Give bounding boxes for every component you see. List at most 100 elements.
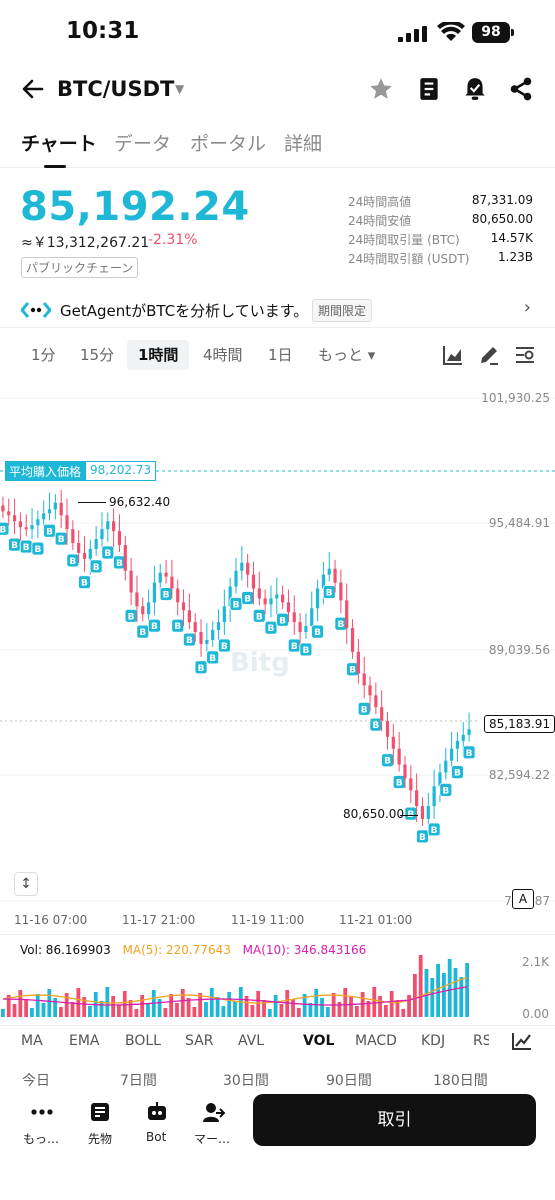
nav-more-label[interactable]: もっ… [23, 1130, 59, 1147]
buy-marker-icon[interactable]: B [416, 829, 429, 844]
interval-1d[interactable]: 1日 [257, 340, 304, 370]
buy-marker-icon[interactable]: B [451, 765, 464, 779]
buy-marker-icon[interactable]: B [264, 620, 278, 635]
indicator-ema[interactable]: EMA [69, 1033, 100, 1049]
interval-more[interactable]: もっと ▾ [307, 340, 386, 370]
buy-marker-icon[interactable]: B [346, 662, 359, 677]
buy-marker-icon[interactable]: B [0, 521, 10, 536]
buy-marker-icon[interactable]: B [113, 555, 126, 570]
buy-marker-icon[interactable]: B [252, 608, 266, 623]
indicator-settings-icon[interactable] [511, 1031, 533, 1051]
buy-marker-icon[interactable]: B [229, 597, 243, 611]
indicator-ma[interactable]: MA [21, 1033, 43, 1049]
buy-marker-icon[interactable]: B [8, 537, 21, 552]
buy-marker-icon[interactable]: B [311, 624, 324, 639]
buy-marker-icon[interactable]: B [89, 559, 103, 574]
buy-marker-icon[interactable]: B [101, 545, 115, 560]
buy-marker-icon[interactable]: B [276, 612, 290, 627]
share-icon[interactable] [508, 76, 534, 102]
buy-marker-icon[interactable]: B [171, 618, 185, 633]
current-price-tag[interactable]: 85,183.91 [484, 715, 555, 733]
buy-marker-icon[interactable]: B [66, 553, 80, 568]
indicator-kdj[interactable]: KDJ [421, 1033, 445, 1049]
buy-marker-icon[interactable]: B [43, 523, 56, 538]
interval-1m[interactable]: 1分 [20, 340, 67, 370]
candle-body [240, 562, 244, 571]
buy-marker-icon[interactable]: B [148, 618, 161, 633]
buy-marker-icon[interactable]: B [78, 575, 91, 590]
range-30d[interactable]: 30日間 [223, 1070, 269, 1090]
volume-bar [192, 1007, 197, 1017]
buy-marker-icon[interactable]: B [427, 822, 441, 837]
alert-bell-icon[interactable] [462, 76, 488, 102]
buy-marker-icon[interactable]: B [404, 806, 418, 821]
buy-marker-icon[interactable]: B [392, 775, 406, 789]
chain-badge[interactable]: パブリックチェーン [21, 257, 139, 278]
tab-portal[interactable]: ポータル [190, 129, 266, 156]
notes-icon[interactable] [416, 76, 442, 102]
buy-marker-icon[interactable]: B [124, 608, 138, 623]
buy-marker-icon[interactable]: B [357, 701, 371, 716]
pair-dropdown-icon[interactable]: ▼ [175, 82, 184, 96]
interval-15m[interactable]: 15分 [69, 340, 125, 370]
buy-marker-icon[interactable]: B [159, 587, 173, 601]
buy-marker-icon[interactable]: B [54, 531, 68, 546]
chart-type-icon[interactable] [442, 344, 464, 366]
nav-market-label[interactable]: マー… [194, 1130, 230, 1147]
indicator-sar[interactable]: SAR [185, 1033, 213, 1049]
draw-tool-icon[interactable] [478, 344, 500, 366]
agent-banner[interactable]: GetAgentがBTCを分析しています。 期間限定 › [0, 292, 555, 328]
tab-details[interactable]: 詳細 [284, 129, 322, 156]
range-90d[interactable]: 90日間 [326, 1070, 372, 1090]
back-arrow-icon[interactable] [20, 76, 46, 109]
tab-chart[interactable]: チャート [21, 129, 97, 156]
interval-1h[interactable]: 1時間 [127, 340, 190, 370]
buy-marker-icon[interactable]: B [439, 782, 453, 797]
bot-icon[interactable] [145, 1100, 169, 1124]
buy-marker-icon[interactable]: B [136, 624, 150, 639]
indicator-vol[interactable]: VOL [303, 1033, 334, 1049]
indicator-macd[interactable]: MACD [355, 1033, 397, 1049]
buy-marker-icon[interactable]: B [217, 638, 231, 653]
indicator-boll[interactable]: BOLL [125, 1033, 161, 1049]
buy-marker-icon[interactable]: B [182, 632, 196, 647]
nav-futures-label[interactable]: 先物 [88, 1130, 112, 1147]
indicator-rsi[interactable]: RS [473, 1033, 489, 1049]
nav-bot-label[interactable]: Bot [146, 1130, 166, 1144]
buy-marker-icon[interactable]: B [287, 638, 301, 653]
buy-marker-icon[interactable]: B [241, 591, 255, 605]
range-7d[interactable]: 7日間 [120, 1070, 157, 1090]
buy-marker-icon[interactable]: B [31, 541, 45, 556]
buy-marker-icon[interactable]: B [322, 585, 336, 599]
chart-settings-icon[interactable] [514, 344, 536, 366]
pair-title[interactable]: BTC/USDT [57, 77, 174, 101]
volume-bar [117, 1005, 121, 1017]
range-today[interactable]: 今日 [22, 1070, 50, 1090]
tab-data[interactable]: データ [114, 129, 171, 156]
star-icon[interactable] [368, 76, 394, 102]
buy-marker-icon[interactable]: B [334, 616, 348, 631]
range-180d[interactable]: 180日間 [433, 1070, 488, 1090]
buy-marker-icon[interactable]: B [369, 717, 383, 732]
battery-icon: 98 [472, 22, 514, 43]
market-icon[interactable] [201, 1100, 225, 1124]
more-dots-icon[interactable] [30, 1100, 54, 1124]
buy-marker-icon[interactable]: B [194, 660, 208, 675]
interval-4h[interactable]: 4時間 [192, 340, 254, 370]
buy-marker-icon[interactable]: B [462, 745, 476, 760]
avg-buy-tag[interactable]: 平均購入価格 98,202.73 [5, 461, 157, 481]
svg-text:B: B [349, 666, 356, 676]
buy-marker-icon[interactable]: B [381, 753, 394, 768]
volume-bar [175, 1003, 179, 1017]
auto-scale-button[interactable]: A [512, 889, 534, 909]
chevron-right-icon[interactable]: › [524, 297, 531, 318]
futures-icon[interactable] [88, 1100, 112, 1124]
indicator-avl[interactable]: AVL [238, 1033, 264, 1049]
buy-marker-icon[interactable]: B [299, 642, 313, 657]
trade-button[interactable]: 取引 [253, 1094, 536, 1146]
buy-marker-icon[interactable]: B [206, 650, 220, 665]
price-chart[interactable]: Bitg BBBBBBBBBBBBBBBBBBBBBBBBBBBBBBBBBBB… [0, 381, 555, 931]
vertical-resize-icon[interactable]: ↕ [14, 872, 38, 896]
volume-bar [70, 1002, 75, 1017]
buy-marker-icon[interactable]: B [19, 539, 33, 554]
